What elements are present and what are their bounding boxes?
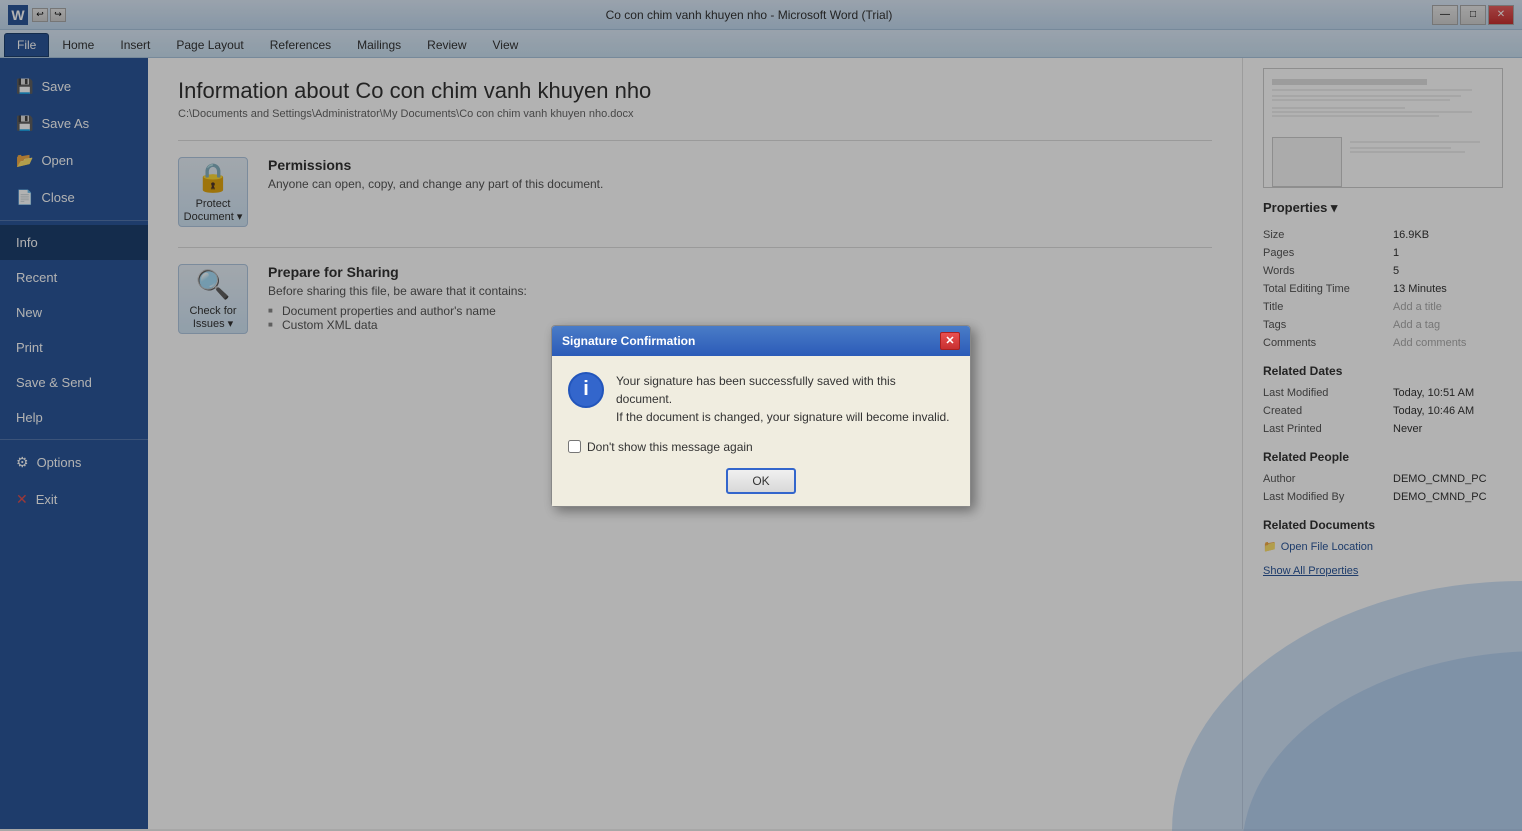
ok-button[interactable]: OK bbox=[726, 468, 795, 494]
dialog-message-row: i Your signature has been successfully s… bbox=[568, 372, 954, 426]
dialog-title: Signature Confirmation bbox=[562, 334, 695, 348]
dialog-message-line1: Your signature has been successfully sav… bbox=[616, 374, 896, 406]
dialog-buttons: OK bbox=[568, 468, 954, 494]
signature-confirmation-dialog: Signature Confirmation ✕ i Your signatur… bbox=[551, 325, 971, 507]
dont-show-checkbox[interactable] bbox=[568, 440, 581, 453]
dialog-text: Your signature has been successfully sav… bbox=[616, 372, 954, 426]
info-icon: i bbox=[568, 372, 604, 408]
dialog-titlebar: Signature Confirmation ✕ bbox=[552, 326, 970, 356]
dialog-close-button[interactable]: ✕ bbox=[940, 332, 960, 350]
dialog-message-line2: If the document is changed, your signatu… bbox=[616, 410, 950, 424]
dialog-body: i Your signature has been successfully s… bbox=[552, 356, 970, 506]
dialog-overlay: Signature Confirmation ✕ i Your signatur… bbox=[0, 0, 1522, 831]
dont-show-label: Don't show this message again bbox=[587, 440, 753, 454]
dialog-checkbox-row: Don't show this message again bbox=[568, 440, 954, 454]
